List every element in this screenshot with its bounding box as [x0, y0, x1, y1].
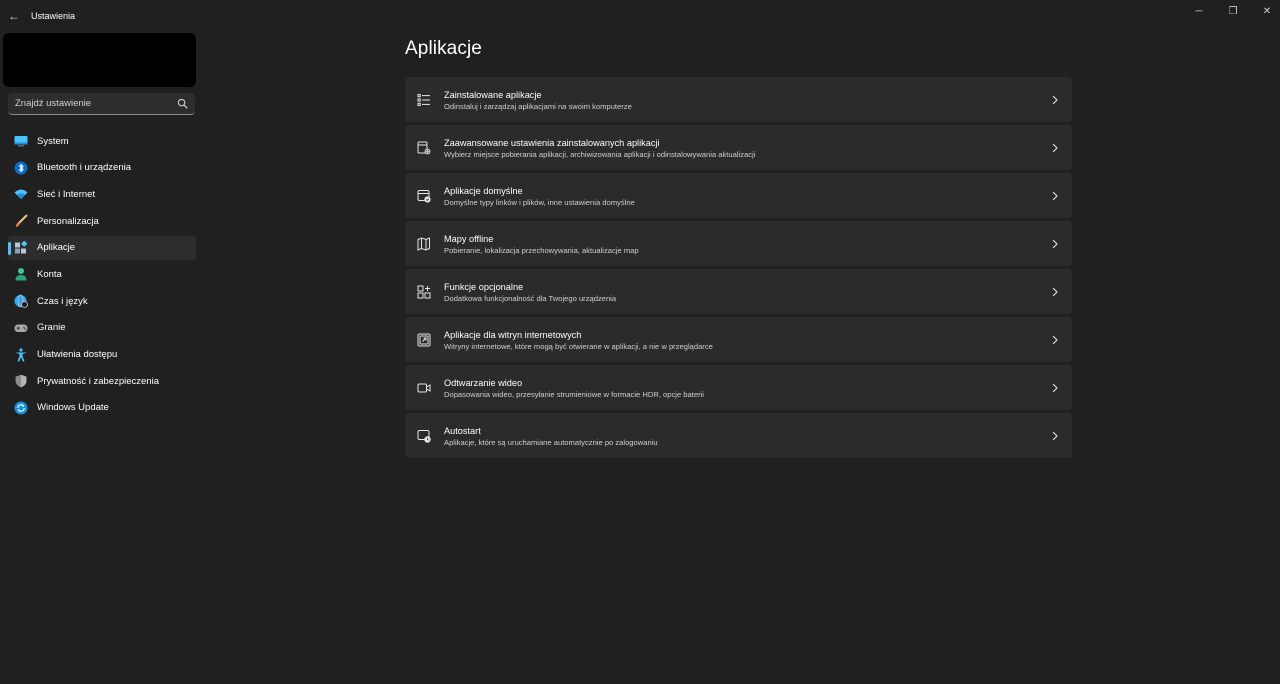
gamepad-icon [14, 324, 28, 332]
sidebar-item-network[interactable]: Sieć i Internet [8, 182, 196, 206]
card-subtitle: Aplikacje, które są uruchamiane automaty… [444, 438, 658, 447]
back-arrow-icon: ← [8, 9, 20, 23]
apps-icon [15, 240, 28, 254]
add-grid-icon [417, 285, 431, 299]
shield-icon [15, 374, 27, 388]
sidebar-item-privacy[interactable]: Prywatność i zabezpieczenia [8, 369, 196, 393]
bluetooth-icon [14, 161, 28, 175]
card-subtitle: Witryny internetowe, które mogą być otwi… [444, 342, 713, 351]
minimize-icon: ─ [1195, 5, 1203, 17]
list-icon [417, 94, 430, 107]
card-title: Autostart [444, 426, 481, 436]
back-button[interactable]: ← [4, 4, 24, 28]
sidebar-item-label: Personalizacja [37, 215, 99, 227]
startup-icon [417, 430, 431, 443]
card-title: Zainstalowane aplikacje [444, 90, 542, 100]
search-input[interactable] [8, 93, 168, 114]
wifi-icon [14, 189, 28, 200]
video-icon [417, 383, 431, 393]
sidebar-item-label: Sieć i Internet [37, 188, 96, 200]
person-icon [15, 268, 27, 281]
sidebar-item-label: Granie [37, 322, 66, 334]
card-subtitle: Odinstaluj i zarządzaj aplikacjami na sw… [444, 102, 632, 111]
map-icon [417, 237, 430, 251]
card-default-apps[interactable]: Aplikacje domyślne Domyślne typy linków … [405, 173, 1072, 218]
card-installed-apps[interactable]: Zainstalowane aplikacje Odinstaluj i zar… [405, 77, 1072, 122]
update-icon [14, 401, 28, 415]
account-card[interactable] [3, 33, 196, 87]
sidebar-item-gaming[interactable]: Granie [8, 316, 196, 340]
chevron-right-icon [1052, 191, 1058, 201]
search-icon[interactable] [177, 98, 188, 109]
card-video-playback[interactable]: Odtwarzanie wideo Dopasowania wideo, prz… [405, 365, 1072, 410]
sidebar-item-label: Czas i język [37, 295, 88, 307]
sidebar-item-personalization[interactable]: Personalizacja [8, 209, 196, 233]
card-title: Aplikacje domyślne [444, 186, 523, 196]
search-box[interactable] [8, 93, 195, 115]
sidebar-item-accounts[interactable]: Konta [8, 262, 196, 286]
sidebar-item-label: Konta [37, 268, 62, 280]
card-optional-features[interactable]: Funkcje opcjonalne Dodatkowa funkcjonaln… [405, 269, 1072, 314]
chevron-right-icon [1052, 287, 1058, 297]
card-subtitle: Pobieranie, lokalizacja przechowywania, … [444, 246, 639, 255]
sidebar-item-label: Ułatwienia dostępu [37, 349, 118, 360]
sidebar-item-system[interactable]: System [8, 129, 196, 153]
title-bar: ← Ustawienia ─ ❐ ✕ [0, 0, 1280, 32]
card-title: Aplikacje dla witryn internetowych [444, 330, 582, 340]
card-title: Mapy offline [444, 234, 494, 244]
chevron-right-icon [1052, 431, 1058, 441]
card-startup[interactable]: Autostart Aplikacje, które są uruchamian… [405, 413, 1072, 458]
page-title: Aplikacje [405, 38, 482, 59]
settings-list: Zainstalowane aplikacje Odinstaluj i zar… [405, 77, 1072, 461]
sidebar-item-windows-update[interactable]: Windows Update [8, 396, 196, 420]
chevron-right-icon [1052, 239, 1058, 249]
card-subtitle: Wybierz miejsce pobierania aplikacji, ar… [444, 150, 756, 159]
sidebar-nav: System Bluetooth i urządzenia Sieć i Int… [8, 129, 196, 423]
sidebar-item-label: Prywatność i zabezpieczenia [37, 375, 159, 387]
display-icon [14, 136, 28, 147]
open-external-icon [417, 333, 431, 347]
card-subtitle: Dopasowania wideo, przesyłanie strumieni… [444, 390, 704, 399]
card-offline-maps[interactable]: Mapy offline Pobieranie, lokalizacja prz… [405, 221, 1072, 266]
chevron-right-icon [1052, 95, 1058, 105]
sidebar-item-label: Windows Update [37, 402, 109, 414]
close-button[interactable]: ✕ [1244, 0, 1280, 22]
sidebar-item-label: System [37, 135, 69, 147]
card-apps-for-websites[interactable]: Aplikacje dla witryn internetowych Witry… [405, 317, 1072, 362]
card-title: Zaawansowane ustawienia zainstalowanych … [444, 138, 660, 148]
app-settings-icon [417, 141, 431, 155]
sidebar-item-accessibility[interactable]: Ułatwienia dostępu [8, 343, 196, 367]
sidebar-item-time-language[interactable]: Czas i język [8, 289, 196, 313]
card-title: Funkcje opcjonalne [444, 282, 524, 292]
chevron-right-icon [1052, 335, 1058, 345]
default-apps-icon [417, 190, 431, 203]
card-subtitle: Dodatkowa funkcjonalność dla Twojego urz… [444, 294, 617, 303]
sidebar-item-label: Aplikacje [37, 242, 76, 254]
card-advanced-app-settings[interactable]: Zaawansowane ustawienia zainstalowanych … [405, 125, 1072, 170]
globe-clock-icon [14, 294, 28, 309]
sidebar-item-bluetooth[interactable]: Bluetooth i urządzenia [8, 156, 196, 180]
restore-icon: ❐ [1228, 5, 1238, 17]
close-icon: ✕ [1262, 5, 1272, 17]
app-title: Ustawienia [31, 11, 76, 21]
chevron-right-icon [1052, 383, 1058, 393]
accessibility-icon [15, 347, 27, 361]
sidebar-item-label: Bluetooth i urządzenia [37, 162, 132, 174]
chevron-right-icon [1052, 143, 1058, 153]
brush-icon [15, 214, 28, 228]
card-title: Odtwarzanie wideo [444, 378, 523, 388]
card-subtitle: Domyślne typy linków i plików, inne usta… [444, 198, 635, 207]
sidebar-item-apps[interactable]: Aplikacje [8, 235, 196, 260]
